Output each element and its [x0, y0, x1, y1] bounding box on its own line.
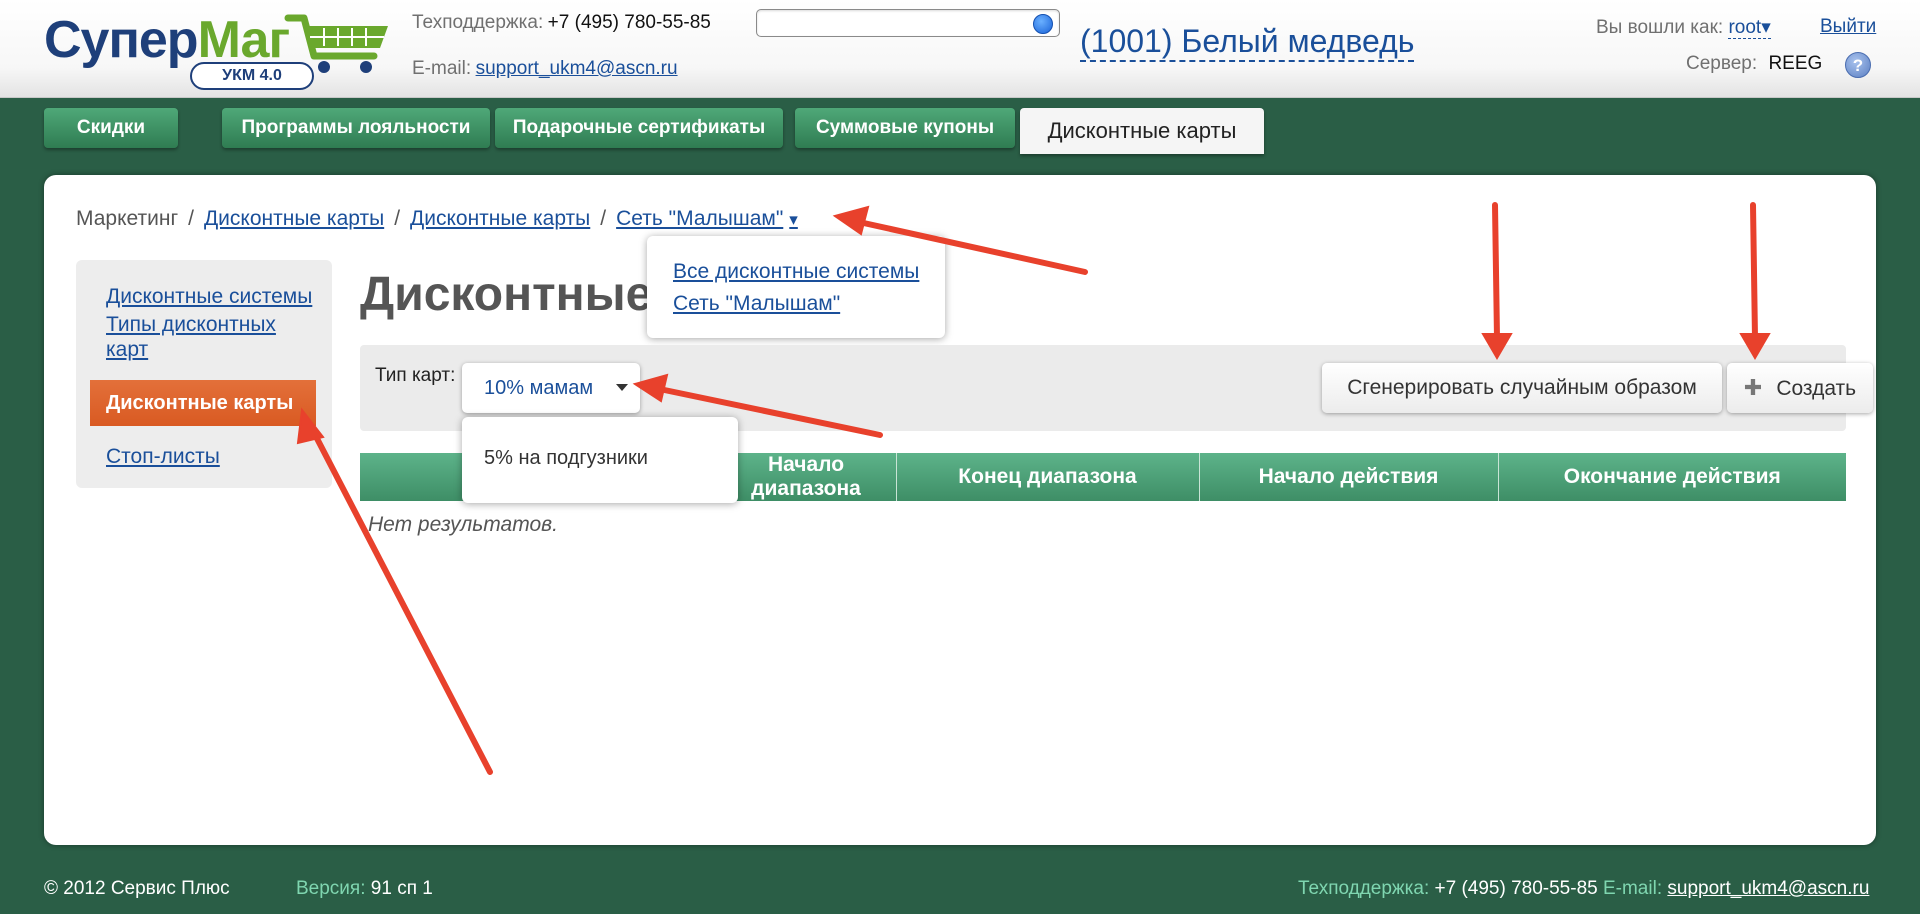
header-support-phone: Техподдержка: +7 (495) 780-55-85	[412, 12, 711, 33]
breadcrumb-discount-cards-2[interactable]: Дисконтные карты	[410, 207, 590, 230]
header-support-email: E-mail: support_ukm4@ascn.ru	[412, 58, 678, 79]
breadcrumb-discount-cards[interactable]: Дисконтные карты	[204, 207, 384, 230]
menu-item-all-discount-systems[interactable]: Все дисконтные системы	[673, 260, 919, 284]
logout-link[interactable]: Выйти	[1820, 16, 1876, 38]
tab-gift-certificates[interactable]: Подарочные сертификаты	[495, 108, 783, 148]
footer-email-link[interactable]: support_ukm4@ascn.ru	[1667, 878, 1869, 899]
server-info: Сервер: REEG	[1686, 53, 1823, 74]
login-info: Вы вошли как: root▾	[1596, 17, 1771, 39]
logo-version-badge: УКМ 4.0	[190, 62, 314, 90]
logo-text: СуперМаг	[44, 11, 290, 69]
tab-sum-coupons[interactable]: Суммовые купоны	[795, 108, 1015, 148]
plus-icon: ✚	[1743, 375, 1763, 400]
card-type-dropdown-menu: 5% на подгузники	[462, 417, 738, 503]
breadcrumb: Маркетинг / Дисконтные карты / Дисконтные ка…	[76, 207, 798, 230]
user-menu[interactable]: root▾	[1728, 17, 1771, 39]
tab-loyalty-programs[interactable]: Программы лояльности	[222, 108, 490, 148]
help-icon[interactable]: ?	[1845, 52, 1871, 78]
search-box	[756, 9, 1060, 37]
card-type-select[interactable]: 10% мамам	[462, 363, 640, 413]
breadcrumb-root: Маркетинг	[76, 207, 179, 230]
search-input[interactable]	[757, 10, 1017, 36]
app-header: СуперМаг УКМ 4.0 Техподдержка: +7 (495) …	[0, 0, 1920, 98]
tab-discounts[interactable]: Скидки	[44, 108, 178, 148]
column-header[interactable]: Начало диапазона	[716, 453, 897, 501]
column-header[interactable]: Окончание действия	[1498, 453, 1846, 501]
store-selector[interactable]: (1001) Белый медведь	[1080, 22, 1415, 62]
main-panel: Маркетинг / Дисконтные карты / Дисконтные ка…	[44, 175, 1876, 845]
breadcrumb-network-selector[interactable]: Сеть "Малышам" ▾	[616, 207, 798, 230]
sidebar-item-discount-cards[interactable]: Дисконтные карты	[90, 380, 316, 426]
page-title: Дисконтные	[360, 268, 653, 321]
sidebar: Дисконтные системы Типы дисконтных карт …	[76, 260, 332, 488]
footer-support: Техподдержка: +7 (495) 780-55-85 E-mail:…	[1298, 878, 1870, 899]
sidebar-item-discount-systems[interactable]: Дисконтные системы	[106, 284, 312, 309]
sidebar-item-card-types[interactable]: Типы дисконтных	[106, 312, 276, 337]
footer-version: Версия: 91 сп 1	[296, 878, 433, 899]
column-header[interactable]: Конец диапазона	[896, 453, 1200, 501]
sidebar-item-stop-lists[interactable]: Стоп-листы	[106, 444, 220, 469]
tab-discount-cards[interactable]: Дисконтные карты	[1020, 108, 1264, 154]
footer-copyright: © 2012 Сервис Плюс	[44, 878, 230, 899]
empty-state-text: Нет результатов.	[368, 513, 558, 536]
generate-random-button[interactable]: Сгенерировать случайным образом	[1322, 363, 1722, 413]
column-header[interactable]: Начало действия	[1199, 453, 1499, 501]
sidebar-item-card-types-cont[interactable]: карт	[106, 337, 148, 362]
chevron-down-icon	[616, 384, 628, 391]
menu-item-card-type[interactable]: 5% на подгузники	[484, 447, 648, 470]
search-icon[interactable]	[1033, 14, 1053, 34]
breadcrumb-dropdown-menu: Все дисконтные системы Сеть "Малышам"	[647, 236, 945, 338]
menu-item-network-malysham[interactable]: Сеть "Малышам"	[673, 292, 840, 316]
header-email-link[interactable]: support_ukm4@ascn.ru	[476, 58, 678, 79]
create-button[interactable]: ✚ Создать	[1727, 363, 1873, 413]
chevron-down-icon: ▾	[789, 210, 798, 229]
chevron-down-icon: ▾	[1761, 17, 1771, 38]
supermag-logo[interactable]: СуперМаг УКМ 4.0	[44, 10, 388, 90]
card-type-label: Тип карт:	[375, 365, 456, 386]
